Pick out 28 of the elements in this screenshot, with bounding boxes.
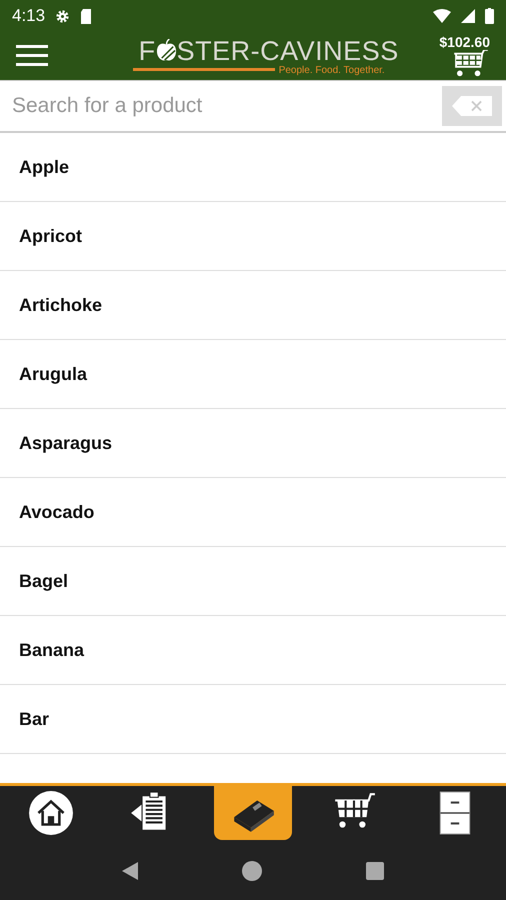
gear-icon	[55, 8, 70, 24]
product-item[interactable]: Arugula	[19, 364, 88, 384]
backspace-icon	[450, 96, 494, 116]
logo-text: STER-CAVINESS	[176, 36, 399, 64]
product-item[interactable]: Apricot	[19, 226, 82, 246]
logo-tagline: People. Food. Together.	[278, 64, 385, 76]
apple-icon	[156, 39, 177, 62]
cart-icon[interactable]	[452, 50, 490, 78]
book-tab[interactable]	[214, 786, 292, 840]
product-item[interactable]: Bagel	[19, 570, 68, 592]
product-item[interactable]: Apple	[19, 156, 70, 178]
clock-time: 4:13	[12, 6, 46, 26]
wifi-icon	[433, 9, 451, 23]
sd-card-icon	[80, 8, 92, 24]
home-circle-icon[interactable]	[242, 861, 262, 881]
product-item[interactable]: Artichoke	[19, 294, 102, 316]
cart-total: $102.60	[439, 34, 490, 50]
product-item[interactable]: Avocado	[19, 502, 94, 522]
menu-icon[interactable]	[16, 45, 48, 67]
signal-icon	[461, 9, 475, 23]
home-icon	[28, 790, 74, 836]
product-item[interactable]: Banana	[19, 640, 84, 660]
search-field[interactable]: Search for a product	[0, 94, 442, 118]
logo-text: F	[138, 36, 156, 64]
product-item[interactable]: Asparagus	[19, 432, 112, 454]
product-item[interactable]: Bar	[19, 708, 50, 730]
back-icon[interactable]	[122, 862, 138, 880]
battery-icon	[485, 8, 494, 24]
